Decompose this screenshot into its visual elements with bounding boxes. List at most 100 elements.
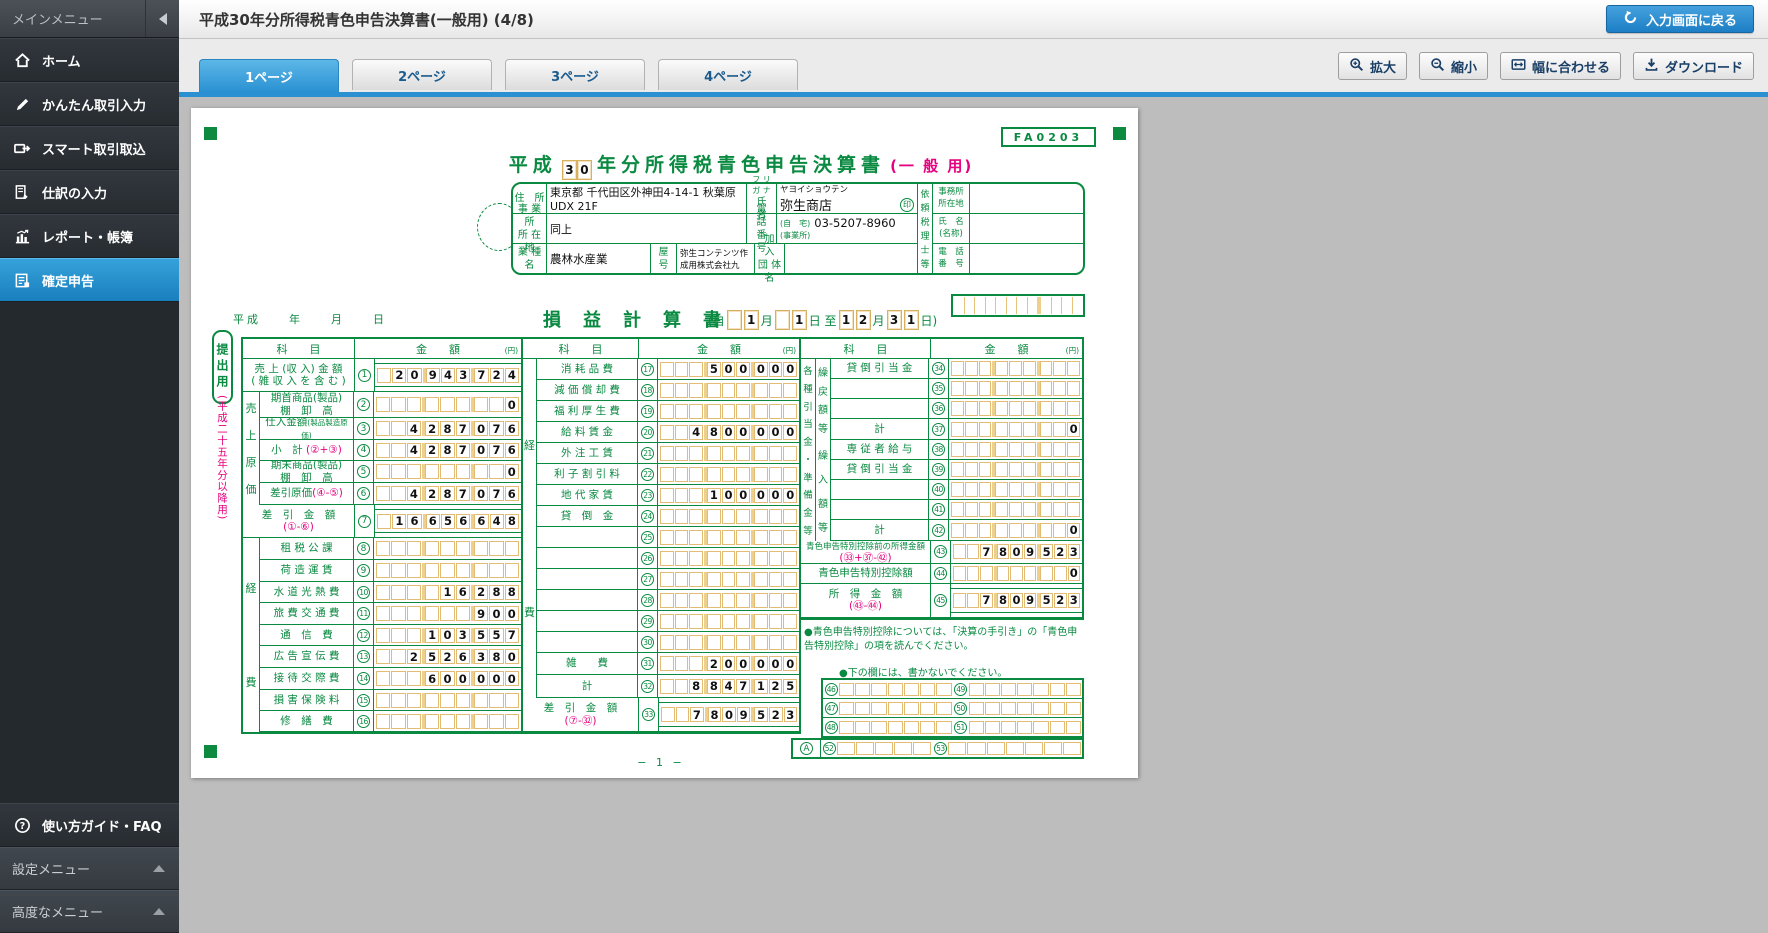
reference-cell [1037,297,1051,314]
amount-field [658,401,799,421]
pl-group: 経費租 税 公 課8荷 造 運 賃9水 道 光 熱 費1016288旅 費 交 … [243,538,521,732]
digit-cell [660,551,674,566]
digit-cell [995,502,1008,517]
tab-page-1[interactable]: 1ページ [199,59,339,92]
digit-cell [489,464,503,479]
advanced-menu[interactable]: 高度なメニュー [0,890,179,933]
sidebar-item-simple-entry[interactable]: かんたん取引入力 [0,82,179,126]
office-use-cell [855,702,870,715]
agent-office-label: 事務所所在地 [933,184,970,213]
digit-cell [391,628,405,643]
digit-cell [376,714,390,729]
digit-cell: 2 [425,486,439,501]
digit-cell: 0 [1067,523,1080,538]
office-use-cell [871,702,886,715]
office-use-grid-bottom-row: A5253 [791,738,1084,759]
digit-cell [722,530,736,545]
sidebar-item-smart-import[interactable]: スマート取引取込 [0,126,179,170]
digit-cell [391,714,405,729]
office-use-cell [948,742,966,755]
office-use-cell [871,721,886,734]
digit-cell [1023,482,1036,497]
digit-cell [1067,442,1080,457]
subject-line: 青色申告特別控除前の所得金額 [806,541,925,552]
sidebar-item-reports[interactable]: レポート・帳簿 [0,214,179,258]
subject-label [537,590,638,610]
digit-cell [1023,442,1036,457]
office-use-label: 52 [821,742,837,755]
group-label-char: 準 [803,470,813,484]
subject-label: 計 [831,520,929,540]
office-use-cell [985,683,1000,696]
zoom-in-button[interactable]: 拡大 [1338,52,1407,80]
digit-cell [391,397,405,412]
sidebar-item-tax-return[interactable]: 確定申告 [0,258,179,302]
digit-cell [376,671,390,686]
digit-cell [391,606,405,621]
subject-line: (⑦-㉜) [565,715,597,727]
digit-cell [783,530,797,545]
pl-table-row: 41 [831,500,1082,520]
digit-cell [754,509,768,524]
digit-cell [1067,381,1080,396]
zoom-out-button[interactable]: 縮小 [1419,52,1488,80]
sidebar-item-guide-faq[interactable]: ?使い方ガイド・FAQ [0,803,179,847]
sidebar-item-home[interactable]: ホーム [0,38,179,82]
digit-cell [376,693,390,708]
tab-page-2[interactable]: 2ページ [352,59,492,90]
digit-cell [689,467,703,482]
digit-cell [769,635,783,650]
digit-cell [474,563,488,578]
row-number-badge: 27 [641,573,654,586]
furigana-value: ヤヨイショウテン [780,183,914,195]
group-label: 加 入 団 体 名 [755,244,785,273]
row-number-cell: 14 [354,668,374,689]
subject-line: 計 [874,524,885,536]
subject-line: 棚 卸 高 [280,472,333,483]
sidebar-collapse-button[interactable] [145,0,179,37]
amount-field: 4287076 [374,418,521,439]
pl-table-row: 地 代 家 賃23100000 [537,485,799,506]
sidebar-spacer [0,302,179,803]
digit-cell [951,482,964,497]
year-digit-box: 3 [562,160,577,180]
digit-cell: 0 [505,464,519,479]
do-not-write-note: ●下の欄には、書かないでください。 [839,664,1007,679]
digit-cell [407,563,421,578]
digit-cell [474,397,488,412]
digit-cell [456,693,470,708]
amount-field: 7809523 [951,541,1082,563]
yen-unit-label: (円) [1066,345,1079,356]
digit-cell: 7 [474,368,488,383]
fit-width-button[interactable]: 幅に合わせる [1500,52,1621,80]
digit-cell: 9 [1024,593,1037,608]
digit-cell: 8 [505,585,519,600]
row-number-badge: 34 [932,362,945,375]
tab-page-4[interactable]: 4ページ [658,59,798,90]
digit-cell [376,443,390,458]
digit-cell: 4 [441,368,455,383]
sidebar-item-label: 使い方ガイド・FAQ [42,816,162,835]
page-number: − 1 − [621,756,701,769]
row-number-badge: 12 [357,629,370,642]
digit-cell [660,383,674,398]
sidebar-item-journal-entry[interactable]: 仕訳の入力 [0,170,179,214]
digit-cell [661,707,675,722]
digit-cell [675,362,689,377]
group-label-char: 原 [246,454,257,470]
amount-field [374,690,521,710]
tab-page-3[interactable]: 3ページ [505,59,645,90]
digit-cell [736,530,750,545]
back-to-input-button[interactable]: 入力画面に戻る [1606,5,1754,33]
amount-field: 0 [951,564,1082,583]
digit-cell [1054,566,1067,581]
settings-menu[interactable]: 設定メニュー [0,847,179,890]
digit-cell [951,361,964,376]
row-number-cell: 5 [354,461,374,482]
group-label-char: 等 [803,523,813,537]
digit-cell [951,442,964,457]
office-use-cell [1044,742,1062,755]
download-button[interactable]: ダウンロード [1633,52,1754,80]
digit-cell: 9 [1024,544,1037,559]
amount-field: 4287076 [374,483,521,504]
